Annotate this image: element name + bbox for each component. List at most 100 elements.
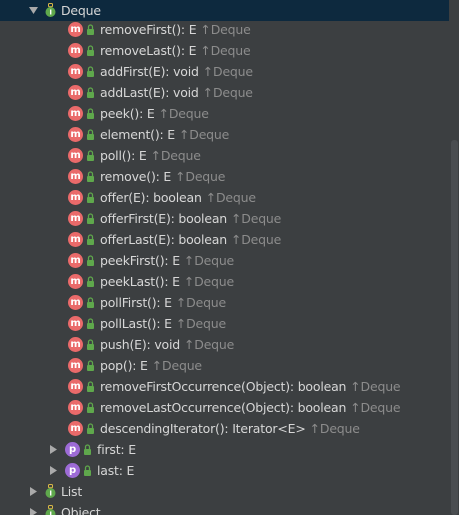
- method-signature: push(E): void: [100, 337, 180, 352]
- chevron-right-icon[interactable]: [48, 445, 58, 455]
- lock-icon: [87, 423, 94, 434]
- method-signature: pollLast(): E: [100, 316, 172, 331]
- method-icon: m: [68, 421, 83, 436]
- property-label: last: E: [97, 463, 135, 478]
- method-item[interactable]: m removeFirst(): E ↑Deque: [0, 19, 459, 40]
- owner-arrow: ↑: [350, 400, 361, 415]
- lock-icon: [87, 360, 94, 371]
- owner-arrow: ↑: [183, 274, 195, 289]
- method-signature: removeFirstOccurrence(Object): boolean: [100, 379, 347, 394]
- method-icon: m: [68, 253, 83, 268]
- lock-icon: [87, 402, 94, 413]
- method-icon: m: [68, 295, 83, 310]
- method-icon: m: [68, 169, 83, 184]
- method-icon: m: [68, 85, 83, 100]
- lock-icon: [87, 339, 94, 350]
- tree-node-deque[interactable]: Deque: [0, 0, 459, 21]
- method-item[interactable]: m remove(): E ↑Deque: [0, 166, 459, 187]
- owner-name: Deque: [189, 127, 230, 142]
- method-owner: ↑Deque: [152, 358, 202, 373]
- vertical-scrollbar[interactable]: [449, 0, 459, 515]
- method-owner: ↑Deque: [203, 64, 253, 79]
- owner-name: Deque: [319, 421, 360, 436]
- method-icon: m: [68, 379, 83, 394]
- lock-icon: [87, 234, 94, 245]
- owner-arrow: ↑: [158, 106, 169, 121]
- lock-icon: [87, 150, 94, 161]
- owner-name: Deque: [160, 148, 201, 163]
- method-signature: removeFirst(): E: [100, 22, 197, 37]
- lock-icon: [87, 24, 94, 35]
- chevron-down-icon[interactable]: [28, 6, 38, 16]
- owner-arrow: ↑: [230, 232, 242, 247]
- method-owner: ↑Deque: [176, 295, 226, 310]
- lock-icon: [84, 444, 91, 455]
- method-item[interactable]: m pop(): E ↑Deque: [0, 355, 459, 376]
- supertype-item[interactable]: Object: [0, 502, 459, 515]
- owner-arrow: ↑: [175, 295, 187, 310]
- lock-icon: [87, 276, 94, 287]
- method-item[interactable]: m push(E): void ↑Deque: [0, 334, 459, 355]
- method-signature: peekFirst(): E: [100, 253, 180, 268]
- method-icon: m: [68, 43, 83, 58]
- method-signature: offerLast(E): boolean: [100, 232, 227, 247]
- supertype-item[interactable]: List: [0, 481, 459, 502]
- method-item[interactable]: m peek(): E ↑Deque: [0, 103, 459, 124]
- method-item[interactable]: m peekLast(): E ↑Deque: [0, 271, 459, 292]
- property-item[interactable]: p first: E: [0, 439, 459, 460]
- method-item[interactable]: m offer(E): boolean ↑Deque: [0, 187, 459, 208]
- method-item[interactable]: m removeLastOccurrence(Object): boolean ↑D…: [0, 397, 459, 418]
- method-owner: ↑Deque: [310, 421, 360, 436]
- method-icon: m: [68, 211, 83, 226]
- owner-arrow: ↑: [309, 421, 320, 436]
- method-icon: m: [68, 400, 83, 415]
- method-signature: remove(): E: [100, 169, 172, 184]
- tree-node-label: Deque: [61, 3, 101, 18]
- method-item[interactable]: m pollFirst(): E ↑Deque: [0, 292, 459, 313]
- owner-arrow: ↑: [200, 22, 211, 37]
- lock-icon: [87, 213, 94, 224]
- method-signature: descendingIterator(): Iterator<E>: [100, 421, 306, 436]
- method-item[interactable]: m removeLast(): E ↑Deque: [0, 40, 459, 61]
- owner-arrow: ↑: [150, 148, 161, 163]
- method-signature: removeLast(): E: [100, 43, 197, 58]
- method-icon: m: [68, 106, 83, 121]
- method-owner: ↑Deque: [231, 211, 281, 226]
- supertype-label: List: [61, 484, 83, 499]
- method-item[interactable]: m removeFirstOccurrence(Object): boolean ↑…: [0, 376, 459, 397]
- method-signature: pollFirst(): E: [100, 295, 172, 310]
- owner-arrow: ↑: [202, 64, 214, 79]
- chevron-right-icon[interactable]: [48, 466, 58, 476]
- method-item[interactable]: m pollLast(): E ↑Deque: [0, 313, 459, 334]
- lock-icon: [87, 66, 94, 77]
- owner-arrow: ↑: [205, 190, 216, 205]
- owner-name: Deque: [194, 253, 235, 268]
- owner-name: Deque: [168, 106, 209, 121]
- method-signature: element(): E: [100, 127, 175, 142]
- owner-arrow: ↑: [202, 85, 213, 100]
- method-item[interactable]: m offerFirst(E): boolean ↑Deque: [0, 208, 459, 229]
- method-item[interactable]: m poll(): E ↑Deque: [0, 145, 459, 166]
- method-owner: ↑Deque: [203, 85, 253, 100]
- method-item[interactable]: m peekFirst(): E ↑Deque: [0, 250, 459, 271]
- property-item[interactable]: p last: E: [0, 460, 459, 481]
- method-item[interactable]: m addFirst(E): void ↑Deque: [0, 61, 459, 82]
- chevron-right-icon[interactable]: [28, 487, 38, 497]
- method-item[interactable]: m addLast(E): void ↑Deque: [0, 82, 459, 103]
- method-item[interactable]: m element(): E ↑Deque: [0, 124, 459, 145]
- structure-tree: Deque m removeFirst(): E ↑Deque m removeLast…: [0, 0, 459, 515]
- method-signature: removeLastOccurrence(Object): boolean: [100, 400, 347, 415]
- method-owner: ↑Deque: [176, 316, 226, 331]
- method-signature: peek(): E: [100, 106, 155, 121]
- method-signature: pop(): E: [100, 358, 148, 373]
- method-item[interactable]: m offerLast(E): boolean ↑Deque: [0, 229, 459, 250]
- lock-icon: [87, 255, 94, 266]
- owner-name: Deque: [241, 232, 282, 247]
- method-owner: ↑Deque: [350, 400, 400, 415]
- lock-icon: [87, 297, 94, 308]
- owner-name: Deque: [194, 337, 235, 352]
- scrollbar-thumb[interactable]: [451, 140, 458, 515]
- owner-arrow: ↑: [183, 337, 195, 352]
- chevron-right-icon[interactable]: [28, 508, 38, 515]
- method-item[interactable]: m descendingIterator(): Iterator<E> ↑Deque: [0, 418, 459, 439]
